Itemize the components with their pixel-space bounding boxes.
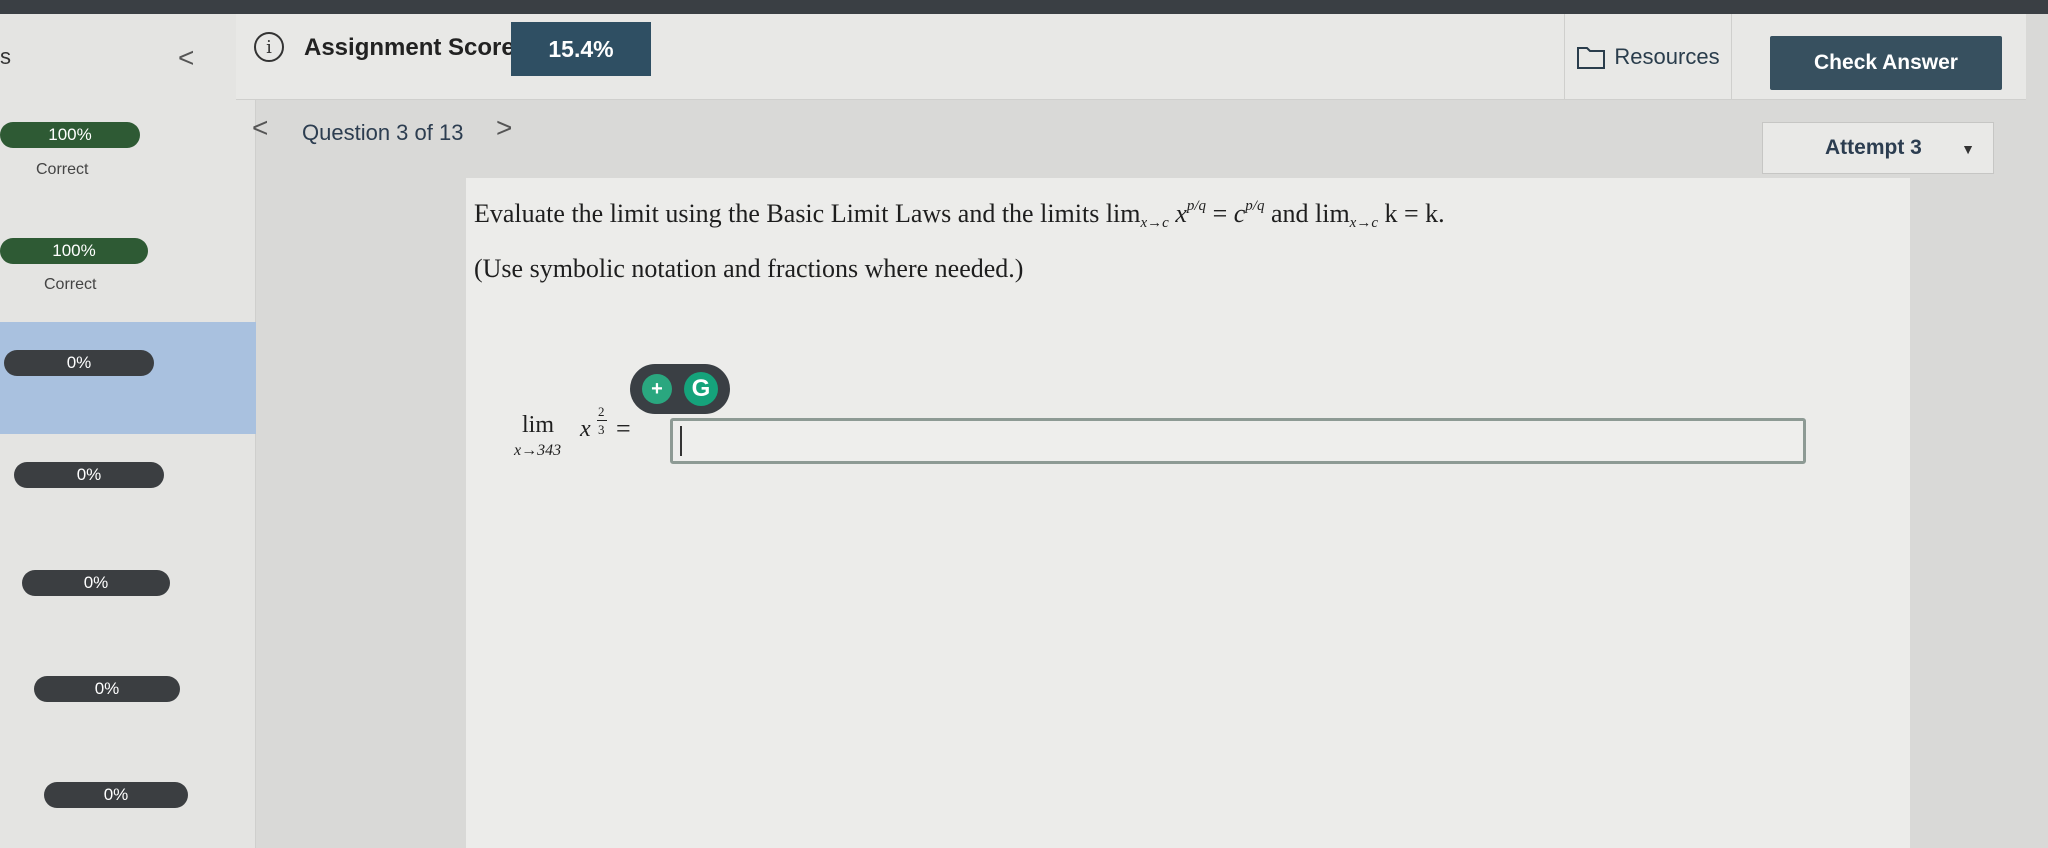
sidebar-item-5-score[interactable]: 0%: [22, 570, 170, 596]
question-hint: (Use symbolic notation and fractions whe…: [474, 254, 1024, 283]
info-icon[interactable]: i: [254, 32, 284, 62]
question-counter[interactable]: Question 3 of 13: [302, 120, 463, 146]
sidebar-header-text: s: [0, 44, 11, 69]
resources-button[interactable]: Resources: [1564, 14, 1732, 100]
attempt-label: Attempt 3: [1825, 136, 1922, 159]
sidebar-active-row[interactable]: [0, 322, 256, 434]
sidebar-item-3-score[interactable]: 0%: [4, 350, 154, 376]
top-strip: [0, 0, 2048, 14]
sidebar-item-1-status: Correct: [36, 161, 89, 178]
sidebar-item-2-status: Correct: [44, 276, 97, 293]
attempt-dropdown[interactable]: Attempt 3 ▼: [1762, 122, 1994, 174]
caret-down-icon: ▼: [1961, 141, 1975, 157]
sidebar-item-6-score[interactable]: 0%: [34, 676, 180, 702]
sidebar-item-7-score[interactable]: 0%: [44, 782, 188, 808]
answer-input[interactable]: [670, 418, 1806, 464]
grammarly-widget[interactable]: + G: [630, 364, 730, 414]
exponent-fraction-bar: [597, 420, 607, 421]
equals-sign: =: [616, 414, 631, 443]
next-question-chevron-icon[interactable]: >: [496, 112, 512, 144]
sidebar-item-4-score[interactable]: 0%: [14, 462, 164, 488]
question-prompt: Evaluate the limit using the Basic Limit…: [474, 198, 1445, 231]
grammarly-logo-icon[interactable]: G: [684, 372, 718, 406]
assignment-header: i Assignment Score: 15.4% Resources Chec…: [236, 14, 2026, 100]
lim-word: lim: [522, 412, 555, 438]
collapse-sidebar-chevron-icon[interactable]: <: [178, 42, 194, 74]
previous-question-chevron-icon[interactable]: <: [252, 112, 268, 144]
folder-icon: [1577, 47, 1606, 69]
plus-icon[interactable]: +: [642, 374, 672, 404]
exponent-numerator: 2: [598, 404, 605, 419]
lim-subscript: x→343: [514, 442, 562, 459]
exponent-denominator: 3: [598, 422, 605, 437]
question-sidebar: s < 100% Correct 100% Correct 0% 0% 0% 0…: [0, 14, 256, 848]
assignment-score-value: 15.4%: [511, 22, 651, 76]
check-answer-button[interactable]: Check Answer: [1770, 36, 2002, 90]
lim-base: x: [580, 416, 591, 442]
sidebar-item-2-score[interactable]: 100%: [0, 238, 148, 264]
text-cursor: [680, 426, 682, 456]
assignment-score-label: Assignment Score:: [304, 34, 523, 61]
sidebar-item-1-score[interactable]: 100%: [0, 122, 140, 148]
resources-label: Resources: [1614, 44, 1720, 69]
